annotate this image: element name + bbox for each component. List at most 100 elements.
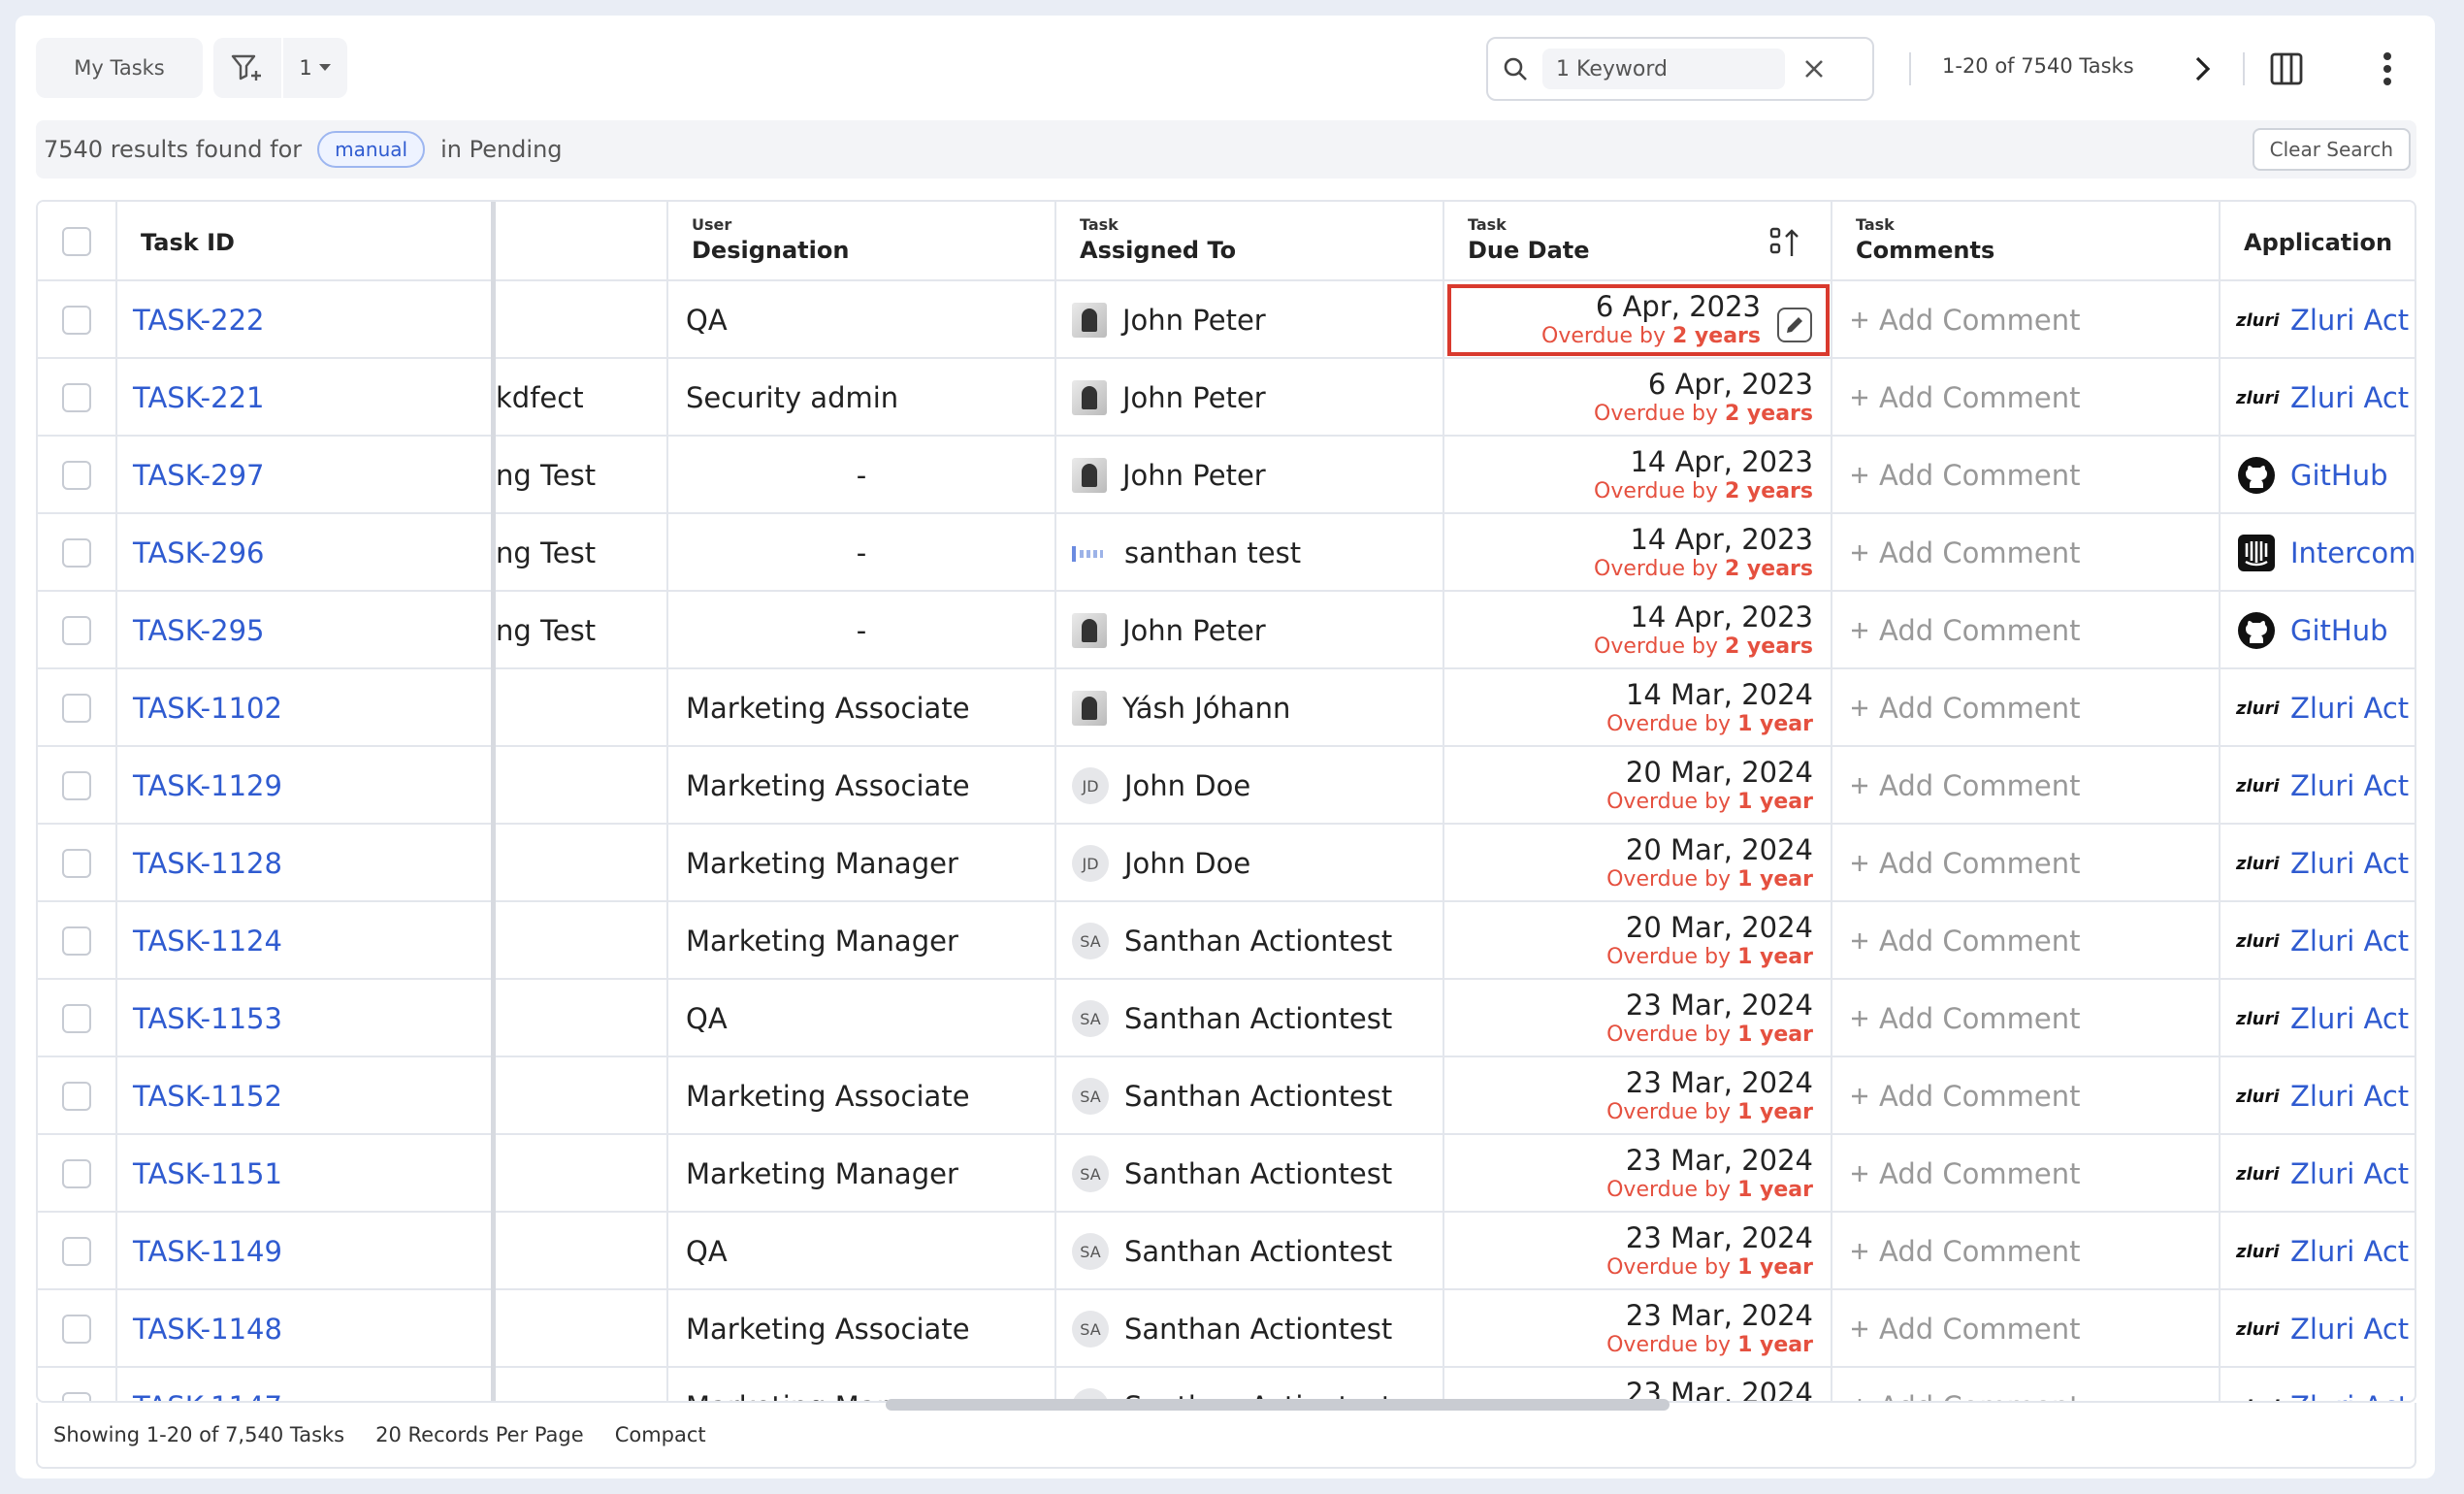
task-id-link[interactable]: TASK-1129	[117, 747, 496, 825]
application-cell[interactable]: zluri Zluri Act	[2221, 1057, 2415, 1135]
keyword-chip[interactable]: 1 Keyword	[1542, 49, 1785, 89]
application-cell[interactable]: zluri Zluri Act	[2221, 980, 2415, 1057]
row-checkbox[interactable]	[62, 1004, 91, 1033]
add-comment-button[interactable]: Add Comment	[1832, 825, 2221, 902]
task-id-link[interactable]: TASK-1148	[117, 1290, 496, 1368]
assigned-to-cell[interactable]: John Peter	[1056, 281, 1444, 359]
search-term-chip[interactable]: manual	[317, 131, 426, 168]
task-id-link[interactable]: TASK-1128	[117, 825, 496, 902]
row-checkbox[interactable]	[62, 849, 91, 878]
table-row[interactable]: TASK-1152 Marketing Associate SA Santhan Ac…	[38, 1057, 2415, 1135]
row-checkbox[interactable]	[62, 383, 91, 412]
application-cell[interactable]: zluri Zluri Act	[2221, 747, 2415, 825]
assigned-to-cell[interactable]: JD John Doe	[1056, 747, 1444, 825]
assigned-to-cell[interactable]: SASanthan Actiontest	[1056, 1135, 1444, 1213]
table-row[interactable]: TASK-1102 Marketing Associate Yásh Jóhann 1…	[38, 669, 2415, 747]
due-date-cell[interactable]: 20 Mar, 2024 Overdue by 1 year	[1444, 825, 1832, 902]
table-row[interactable]: TASK-1153 QA SA Santhan Actiontest 23 Mar, 2…	[38, 980, 2415, 1057]
due-date-cell[interactable]: 23 Mar, 2024Overdue by 1 year	[1444, 1057, 1832, 1135]
density-selector[interactable]: Compact	[615, 1423, 706, 1446]
assigned-to-cell[interactable]: SASanthan Actiontest	[1056, 1290, 1444, 1368]
due-date-cell[interactable]: 20 Mar, 2024 Overdue by 1 year	[1444, 747, 1832, 825]
due-date-cell[interactable]: 23 Mar, 2024Overdue by 1 year	[1444, 980, 1832, 1057]
assigned-to-cell[interactable]: SASanthan Actiontest	[1056, 980, 1444, 1057]
application-cell[interactable]: GitHub	[2221, 592, 2415, 669]
due-date-cell[interactable]: 23 Mar, 2024Overdue by 1 year	[1444, 1135, 1832, 1213]
columns-button[interactable]	[2262, 45, 2311, 93]
application-cell[interactable]: zluri Zluri Act	[2221, 825, 2415, 902]
row-checkbox[interactable]	[62, 1082, 91, 1111]
add-comment-button[interactable]: Add Comment	[1832, 1368, 2221, 1401]
next-page-button[interactable]	[2179, 47, 2227, 91]
add-comment-button[interactable]: Add Comment	[1832, 1290, 2221, 1368]
my-tasks-button[interactable]: My Tasks	[36, 38, 203, 98]
application-cell[interactable]: zluri Zluri Act	[2221, 902, 2415, 980]
table-row[interactable]: TASK-1147 Marketing ManagerSASanthan Acti…	[38, 1368, 2415, 1401]
add-comment-button[interactable]: Add Comment	[1832, 437, 2221, 514]
task-id-link[interactable]: TASK-1149	[117, 1213, 496, 1290]
task-id-link[interactable]: TASK-1151	[117, 1135, 496, 1213]
table-row[interactable]: TASK-1149 QA SA Santhan Actiontest 23 Mar, 2…	[38, 1213, 2415, 1290]
add-comment-button[interactable]: Add Comment	[1832, 1057, 2221, 1135]
add-comment-button[interactable]: Add Comment	[1832, 980, 2221, 1057]
header-assigned-to[interactable]: Task Assigned To	[1056, 202, 1444, 281]
table-row[interactable]: TASK-295 ng Test - John Peter 14 Apr, 2023 Ov…	[38, 592, 2415, 669]
horizontal-scrollbar[interactable]	[886, 1399, 1670, 1411]
task-id-link[interactable]: TASK-1147	[117, 1368, 496, 1401]
application-cell[interactable]: zluri Zluri Act	[2221, 281, 2415, 359]
due-date-cell[interactable]: 14 Apr, 2023 Overdue by 2 years	[1444, 514, 1832, 592]
task-id-link[interactable]: TASK-1102	[117, 669, 496, 747]
task-id-link[interactable]: TASK-1152	[117, 1057, 496, 1135]
header-due-date[interactable]: Task Due Date	[1444, 202, 1832, 281]
sort-icon[interactable]	[1768, 225, 1801, 260]
add-comment-button[interactable]: Add Comment	[1832, 514, 2221, 592]
table-row[interactable]: TASK-297 ng Test - John Peter 14 Apr, 2023 Ov…	[38, 437, 2415, 514]
application-cell[interactable]: zluri Zluri Act	[2221, 669, 2415, 747]
header-task-id[interactable]: Task ID	[117, 202, 496, 281]
table-row[interactable]: TASK-222 QA John Peter 6 Apr, 2023 Overdue b…	[38, 281, 2415, 359]
task-id-link[interactable]: TASK-222	[117, 281, 496, 359]
application-cell[interactable]: zluri Zluri Act	[2221, 359, 2415, 437]
table-row[interactable]: TASK-296 ng Test - santhan test 14 Apr, 2023…	[38, 514, 2415, 592]
assigned-to-cell[interactable]: santhan test	[1056, 514, 1444, 592]
search-box[interactable]: 1 Keyword	[1486, 37, 1874, 101]
row-checkbox[interactable]	[62, 616, 91, 645]
due-date-cell[interactable]: 14 Apr, 2023 Overdue by 2 years	[1444, 592, 1832, 669]
header-application[interactable]: Application	[2221, 202, 2415, 281]
application-cell[interactable]: zluri Zluri Act	[2221, 1290, 2415, 1368]
table-row[interactable]: TASK-1128 Marketing Manager JD John Doe 20 M…	[38, 825, 2415, 902]
row-checkbox[interactable]	[62, 1159, 91, 1188]
due-date-cell[interactable]: 23 Mar, 2024Overdue by 1 year	[1444, 1213, 1832, 1290]
application-cell[interactable]: GitHub	[2221, 437, 2415, 514]
clear-search-button[interactable]: Clear Search	[2252, 128, 2411, 171]
table-row[interactable]: TASK-1148 Marketing Associate SA Santhan Ac…	[38, 1290, 2415, 1368]
task-id-link[interactable]: TASK-221	[117, 359, 496, 437]
assigned-to-cell[interactable]: John Peter	[1056, 437, 1444, 514]
filter-count-dropdown[interactable]: 1	[283, 56, 347, 80]
row-checkbox[interactable]	[62, 1315, 91, 1344]
table-row[interactable]: TASK-1129 Marketing Associate JD John Doe 20…	[38, 747, 2415, 825]
select-all-checkbox[interactable]	[62, 227, 91, 256]
row-checkbox[interactable]	[62, 926, 91, 956]
clear-keyword-button[interactable]	[1785, 58, 1843, 80]
add-filter-button[interactable]	[213, 38, 283, 98]
row-checkbox[interactable]	[62, 1392, 91, 1401]
table-row[interactable]: TASK-1124 Marketing Manager SA Santhan Acti…	[38, 902, 2415, 980]
assigned-to-cell[interactable]: SASanthan Actiontest	[1056, 1368, 1444, 1401]
assigned-to-cell[interactable]: SASanthan Actiontest	[1056, 1057, 1444, 1135]
add-comment-button[interactable]: Add Comment	[1832, 669, 2221, 747]
header-task-name[interactable]	[496, 202, 668, 281]
row-checkbox[interactable]	[62, 461, 91, 490]
assigned-to-cell[interactable]: SASanthan Actiontest	[1056, 1213, 1444, 1290]
task-id-link[interactable]: TASK-1153	[117, 980, 496, 1057]
application-cell[interactable]: Intercom	[2221, 514, 2415, 592]
task-id-link[interactable]: TASK-296	[117, 514, 496, 592]
row-checkbox[interactable]	[62, 1237, 91, 1266]
due-date-edit-highlight[interactable]	[1447, 284, 1830, 356]
add-comment-button[interactable]: Add Comment	[1832, 592, 2221, 669]
more-options-button[interactable]	[2363, 45, 2412, 93]
row-checkbox[interactable]	[62, 306, 91, 335]
due-date-cell[interactable]: 6 Apr, 2023 Overdue by 2 years	[1444, 359, 1832, 437]
task-id-link[interactable]: TASK-297	[117, 437, 496, 514]
task-id-link[interactable]: TASK-295	[117, 592, 496, 669]
